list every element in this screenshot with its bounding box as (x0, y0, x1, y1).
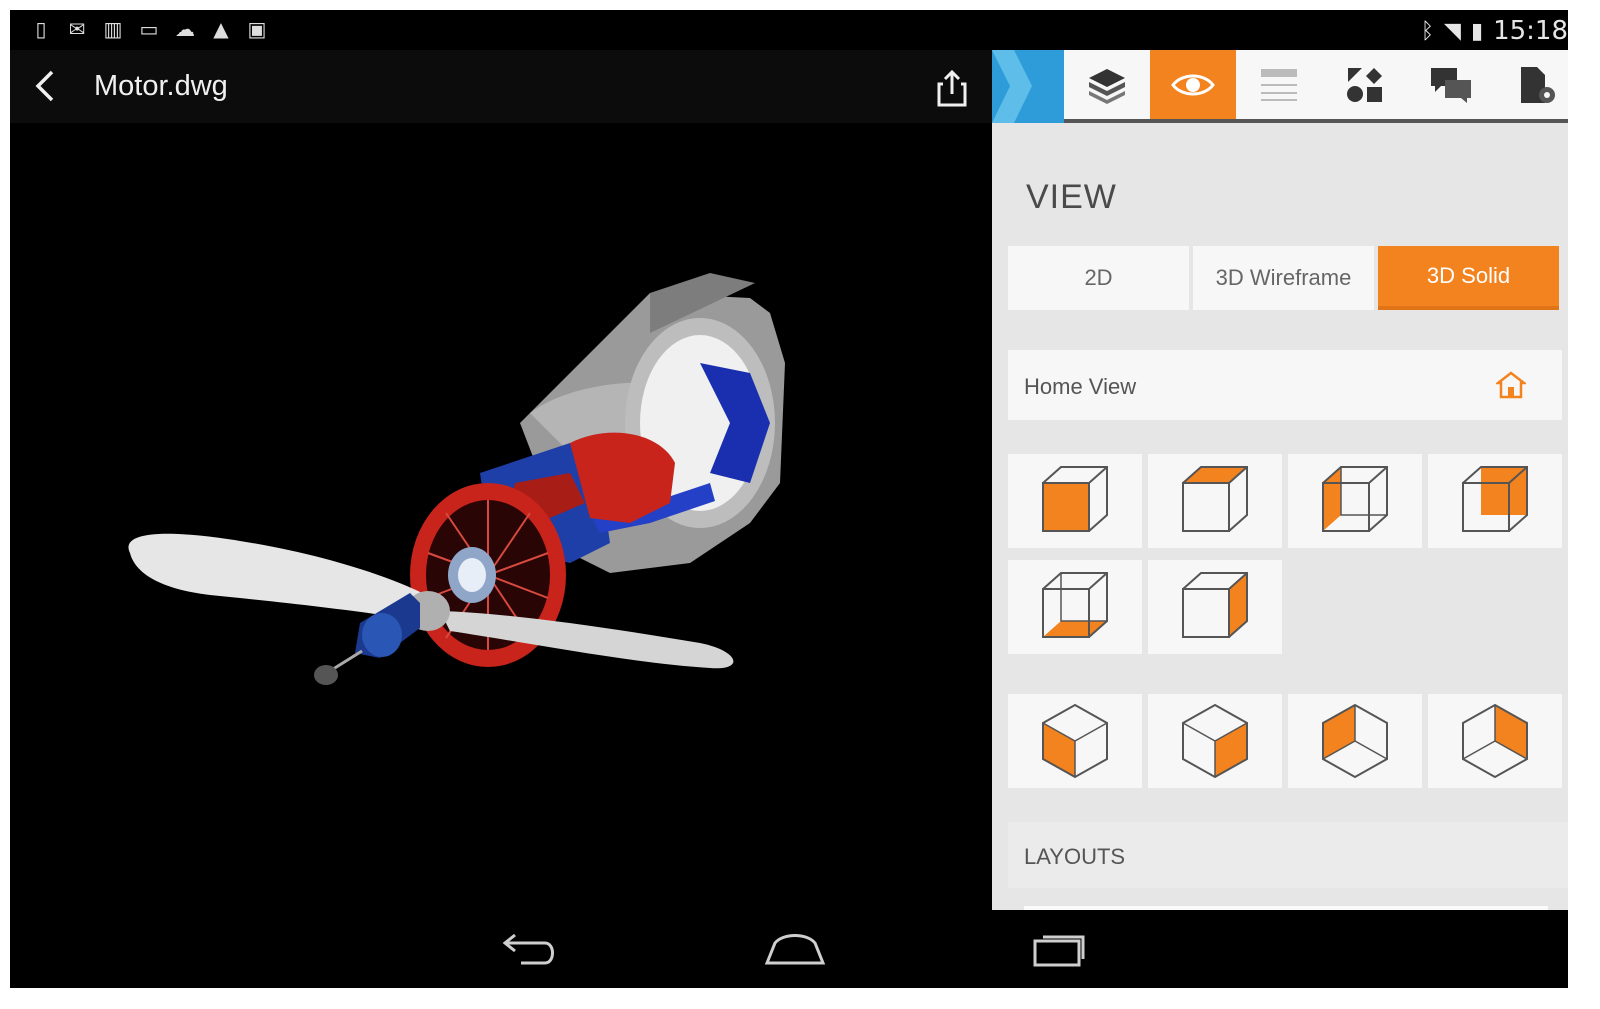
mail-icon: ✉ (68, 17, 86, 41)
cube-left-icon (1322, 466, 1388, 532)
image-icon: ▭ (139, 17, 159, 41)
tab-comments[interactable] (1408, 50, 1494, 119)
home-icon (1494, 370, 1528, 405)
view-se-iso-button[interactable] (1148, 694, 1282, 788)
view-left-button[interactable] (1288, 454, 1422, 548)
view-top-button[interactable] (1148, 454, 1282, 548)
section-title-view: VIEW (1026, 178, 1117, 216)
nav-home-button[interactable] (760, 926, 830, 972)
layouts-section-header: LAYOUTS (1008, 822, 1568, 888)
status-bar: ▯ ✉ ▥ ▭ ☁ ▲ ▣ ᛒ ◥ ▮ 15:18 (10, 10, 1568, 50)
view-ne-iso-button[interactable] (1288, 694, 1422, 788)
chat-icon (1431, 67, 1471, 103)
iso-se-icon (1182, 703, 1248, 779)
view-panel: VIEW 2D 3D Wireframe 3D Solid Home View (992, 50, 1568, 910)
home-view-button[interactable]: Home View (1008, 350, 1562, 420)
file-gear-icon (1521, 66, 1555, 103)
cube-back-icon (1462, 466, 1528, 532)
cube-front-icon (1042, 466, 1108, 532)
view-right-button[interactable] (1148, 560, 1282, 654)
tab-properties[interactable] (1236, 50, 1322, 119)
view-front-button[interactable] (1008, 454, 1142, 548)
file-title: Motor.dwg (94, 70, 228, 102)
notification-icons: ▯ ✉ ▥ ▭ ☁ ▲ ▣ (30, 18, 268, 40)
home-nav-icon (764, 934, 826, 965)
bluetooth-icon: ᛒ (1420, 18, 1435, 44)
share-icon (937, 69, 967, 107)
cube-bottom-icon (1042, 572, 1108, 638)
back-button[interactable] (32, 68, 62, 104)
layers-icon (1089, 68, 1125, 104)
model-viewport[interactable] (10, 123, 992, 988)
clock: 15:18 (1493, 16, 1568, 46)
warning-icon: ▲ (213, 17, 229, 41)
back-nav-icon (502, 933, 554, 965)
view-mode-3d-wireframe[interactable]: 3D Wireframe (1193, 246, 1374, 310)
sliders-icon (1261, 68, 1297, 101)
wifi-icon: ◥ (1444, 18, 1461, 44)
view-mode-selector: 2D 3D Wireframe 3D Solid (1008, 246, 1559, 310)
collapse-panel-button[interactable] (992, 50, 1064, 123)
view-back-button[interactable] (1428, 454, 1562, 548)
barcode-icon: ▥ (103, 17, 123, 41)
cube-top-icon (1182, 466, 1248, 532)
motor-3d-model[interactable] (10, 123, 992, 910)
chevron-left-icon (35, 70, 54, 102)
home-view-label: Home View (1024, 374, 1137, 399)
view-bottom-button[interactable] (1008, 560, 1142, 654)
tab-file-settings[interactable] (1494, 50, 1568, 119)
system-nav-bar (10, 910, 1568, 988)
view-sw-iso-button[interactable] (1008, 694, 1142, 788)
share-button[interactable] (932, 68, 972, 108)
device-screen: ▯ ✉ ▥ ▭ ☁ ▲ ▣ ᛒ ◥ ▮ 15:18 Motor.dwg VIEW… (10, 10, 1568, 988)
app-bar: Motor.dwg (10, 50, 992, 123)
view-mode-3d-solid[interactable]: 3D Solid (1378, 246, 1559, 310)
chevron-right-icon (992, 50, 1032, 123)
battery-icon: ▮ (1470, 18, 1484, 44)
iso-nw-icon (1462, 703, 1528, 779)
system-status: ᛒ ◥ ▮ 15:18 (1421, 16, 1568, 46)
panel-tab-bar (992, 50, 1568, 123)
view-nw-iso-button[interactable] (1428, 694, 1562, 788)
nav-recents-button[interactable] (1026, 926, 1096, 972)
recents-nav-icon (1033, 935, 1085, 967)
cloud-upload-icon: ☁ (175, 17, 195, 41)
tab-blocks[interactable] (1322, 50, 1408, 119)
layouts-title: LAYOUTS (1024, 844, 1126, 869)
iso-sw-icon (1042, 703, 1108, 779)
iso-ne-icon (1322, 703, 1388, 779)
view-mode-2d[interactable]: 2D (1008, 246, 1189, 310)
store-icon: ▣ (247, 17, 267, 41)
phone-icon: ▯ (35, 17, 47, 41)
eye-icon (1171, 74, 1215, 95)
nav-back-button[interactable] (496, 926, 566, 972)
shapes-icon (1347, 67, 1382, 102)
tab-view[interactable] (1150, 50, 1236, 119)
cube-right-icon (1182, 572, 1248, 638)
tab-layers[interactable] (1064, 50, 1150, 119)
